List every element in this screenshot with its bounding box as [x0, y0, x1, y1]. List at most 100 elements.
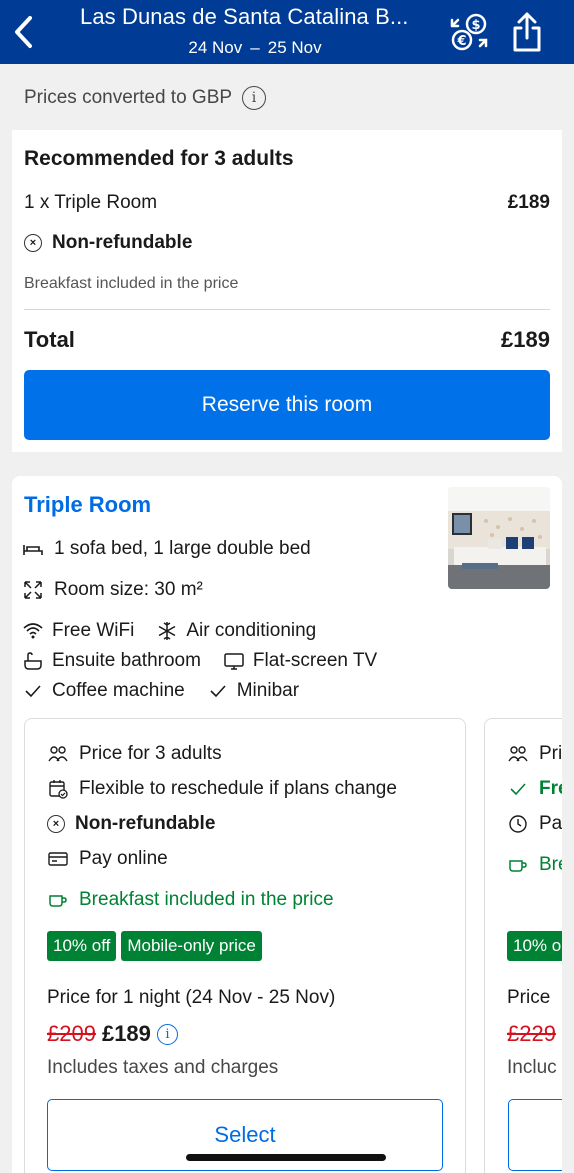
room-name-link[interactable]: Triple Room — [24, 492, 151, 518]
coffee-cup-icon — [49, 895, 67, 907]
breakfast-note: Breakfast included in the price — [24, 275, 239, 292]
rate-breakfast-label: Bre — [539, 854, 562, 875]
rate-payment: Pay online — [47, 848, 168, 870]
non-refundable-icon: × — [24, 234, 42, 252]
guests-icon — [508, 746, 528, 762]
room-size-label: Room size: 30 m² — [54, 579, 203, 600]
price-conversion-text: Prices converted to GBP — [24, 87, 233, 108]
check-in-date: 24 Nov — [188, 38, 243, 57]
price-row: £209 £189 i — [47, 1021, 178, 1047]
stay-dates[interactable]: 24 Nov –25 Nov — [0, 38, 510, 58]
room-size: Room size: 30 m² — [22, 579, 203, 601]
snowflake-icon — [158, 622, 176, 640]
credit-card-icon — [48, 852, 68, 866]
facilities-row-1: Free WiFi Air conditioning — [22, 620, 328, 642]
price-nights: Price for 1 night (24 Nov - 25 Nov) — [47, 987, 336, 1008]
recommended-room-price: £189 — [507, 192, 550, 213]
guests-icon — [48, 746, 68, 762]
reserve-room-button[interactable]: Reserve this room — [24, 370, 550, 440]
facility-minibar: Minibar — [207, 680, 299, 702]
currency-button[interactable]: $ € — [448, 12, 490, 54]
select-button[interactable] — [508, 1099, 562, 1171]
deal-badges: 10% o — [507, 931, 562, 961]
checkmark-icon — [25, 685, 41, 698]
top-app-bar: Las Dunas de Santa Catalina B... 24 Nov –… — [0, 0, 574, 64]
facility-minibar-label: Minibar — [236, 680, 300, 701]
rate-free-cancel: Fre — [507, 778, 562, 800]
coffee-cup-icon — [509, 860, 527, 872]
svg-text:€: € — [456, 34, 466, 49]
facility-wifi: Free WiFi — [22, 620, 134, 642]
total-label: Total — [24, 327, 75, 352]
recommendation-card: Recommended for 3 adults 1 x Triple Room… — [12, 130, 562, 452]
rate-breakfast: Bre — [507, 854, 562, 876]
share-icon — [513, 12, 541, 52]
taxes-note: Includes taxes and charges — [47, 1057, 279, 1078]
bed-info: 1 sofa bed, 1 large double bed — [22, 538, 311, 560]
facility-tv-label: Flat-screen TV — [252, 650, 378, 671]
check-out-date: 25 Nov — [267, 38, 322, 57]
rate-option-card-next[interactable]: Pri Fre Pa Bre 10% o Price £229 Incluc — [484, 718, 562, 1173]
rate-breakfast-label: Breakfast included in the price — [79, 889, 334, 910]
wifi-icon — [23, 623, 43, 639]
expand-icon — [24, 581, 42, 599]
facility-bathroom-label: Ensuite bathroom — [52, 650, 201, 671]
rate-guests-label: Price for 3 adults — [79, 743, 222, 764]
rate-flexible-label: Flexible to reschedule if plans change — [79, 778, 397, 799]
share-button[interactable] — [508, 10, 546, 54]
total-row: Total £189 — [24, 327, 550, 353]
facility-tv: Flat-screen TV — [223, 650, 377, 672]
facility-wifi-label: Free WiFi — [52, 620, 135, 641]
rate-guests: Pri — [507, 743, 562, 765]
rate-breakfast: Breakfast included in the price — [47, 889, 334, 911]
room-photo[interactable] — [448, 487, 550, 589]
taxes-note: Incluc — [507, 1057, 557, 1078]
facility-ac: Air conditioning — [156, 620, 316, 642]
rate-option-card: Price for 3 adults Flexible to reschedul… — [24, 718, 466, 1173]
date-separator: – — [250, 38, 260, 57]
calendar-check-icon — [49, 780, 68, 799]
bed-info-label: 1 sofa bed, 1 large double bed — [54, 538, 311, 559]
home-indicator[interactable] — [186, 1154, 386, 1161]
rate-refund-label: Non-refundable — [75, 813, 216, 834]
original-price: £229 — [507, 1021, 556, 1046]
room-photo-image — [448, 487, 550, 589]
price-info-icon[interactable]: i — [156, 1023, 178, 1045]
hotel-title[interactable]: Las Dunas de Santa Catalina B... — [80, 4, 409, 30]
facility-coffee-label: Coffee machine — [52, 680, 185, 701]
mobile-price-badge: Mobile-only price — [121, 931, 262, 961]
refund-policy-label: Non-refundable — [52, 232, 193, 253]
price-conversion-note: Prices converted to GBP i — [24, 86, 267, 110]
recommended-room-label: 1 x Triple Room — [24, 192, 158, 213]
rate-free-cancel-label: Fre — [539, 778, 562, 799]
tv-icon — [224, 653, 244, 670]
refund-policy: × Non-refundable — [24, 232, 192, 254]
checkmark-icon — [210, 685, 226, 698]
info-icon[interactable]: i — [242, 86, 267, 110]
bathtub-icon — [24, 652, 42, 670]
clock-icon — [509, 815, 527, 833]
rate-payment-label: Pa — [539, 813, 562, 834]
svg-text:$: $ — [471, 18, 480, 33]
rate-payment: Pa — [507, 813, 562, 835]
non-refundable-icon: × — [47, 815, 65, 833]
divider — [24, 309, 550, 310]
facility-ac-label: Air conditioning — [186, 620, 317, 641]
room-card: Triple Room 1 sofa bed, 1 large double b… — [12, 476, 562, 1173]
rate-refund-policy: × Non-refundable — [47, 813, 215, 835]
discount-badge: 10% off — [47, 931, 117, 961]
original-price: £209 — [47, 1021, 96, 1046]
bed-icon — [23, 545, 43, 555]
discount-badge: 10% o — [507, 931, 562, 961]
checkmark-icon — [510, 783, 526, 796]
rate-payment-label: Pay online — [79, 848, 168, 869]
rate-guests-label: Pri — [539, 743, 562, 764]
recommended-room-row: 1 x Triple Room £189 — [24, 192, 550, 214]
facilities-row-3: Coffee machine Minibar — [22, 680, 311, 702]
price-row: £229 — [507, 1021, 556, 1047]
facility-coffee: Coffee machine — [22, 680, 185, 702]
rate-flexible: Flexible to reschedule if plans change — [47, 778, 397, 800]
deal-badges: 10% off Mobile-only price — [47, 931, 262, 961]
rate-guests: Price for 3 adults — [47, 743, 222, 765]
discounted-price: £189 — [101, 1021, 151, 1046]
